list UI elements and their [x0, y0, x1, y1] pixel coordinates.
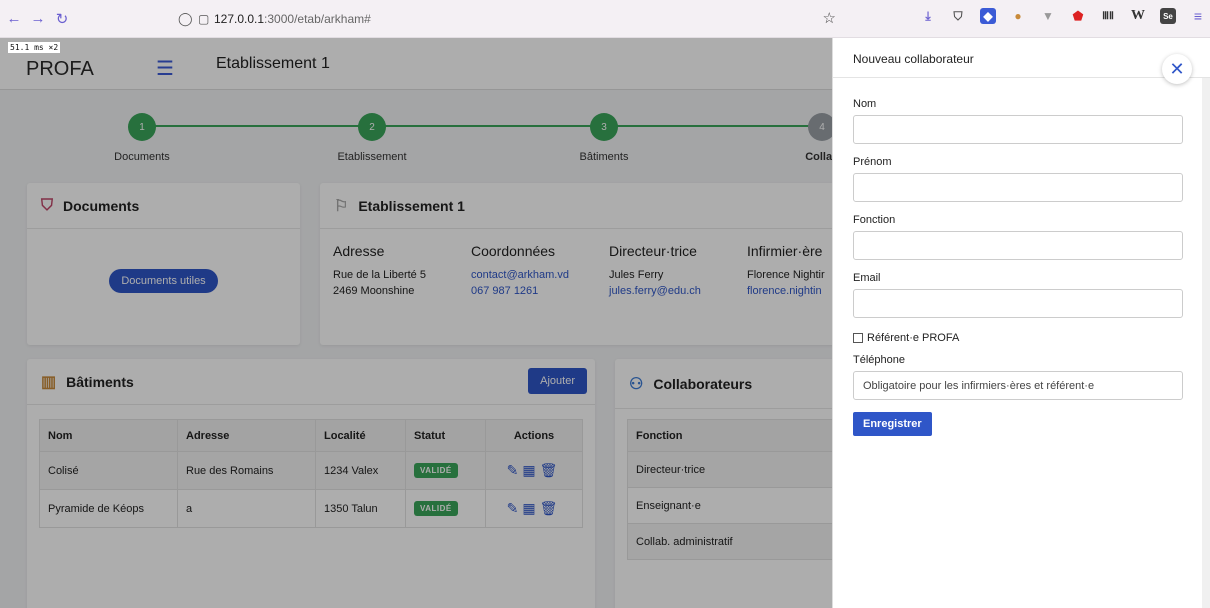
email-input[interactable]	[853, 289, 1183, 318]
close-icon[interactable]: ✕	[1162, 54, 1192, 84]
bookmark-star-icon[interactable]: ☆	[823, 9, 836, 27]
enregistrer-button[interactable]: Enregistrer	[853, 412, 932, 436]
url-path: :3000/etab/arkham#	[264, 12, 371, 26]
referent-checkbox[interactable]	[853, 333, 863, 343]
tracking-shield-icon[interactable]: ◯	[178, 11, 198, 27]
download-icon[interactable]: ⤓	[920, 8, 936, 24]
telephone-input[interactable]	[853, 371, 1183, 400]
referent-checkbox-row[interactable]: Référent·e PROFA	[853, 332, 1183, 344]
page-icon: ▢	[198, 12, 210, 26]
drawer-scrollbar[interactable]	[1202, 78, 1210, 608]
prenom-input[interactable]	[853, 173, 1183, 202]
collaborator-form: Nom Prénom Fonction Email Référent·e PRO…	[853, 98, 1183, 436]
shield-blue-ext-icon[interactable]: ◆	[980, 8, 996, 24]
extension-icons: ⤓ ⛉ ◆ ● ▼ ⬟ ⅢⅡ W Se ≡	[920, 8, 1206, 24]
back-arrow-icon[interactable]: ←	[4, 10, 24, 27]
bars-ext-icon[interactable]: ⅢⅡ	[1100, 8, 1116, 24]
nom-input[interactable]	[853, 115, 1183, 144]
reload-icon[interactable]: ↻	[52, 10, 72, 28]
menu-icon[interactable]: ≡	[1190, 8, 1206, 24]
drawer-title: Nouveau collaborateur	[833, 38, 1210, 78]
fonction-input[interactable]	[853, 231, 1183, 260]
new-collaborator-drawer: Nouveau collaborateur ✕ Nom Prénom Fonct…	[832, 38, 1210, 608]
ublock-ext-icon[interactable]: ⬟	[1070, 8, 1086, 24]
url-bar[interactable]: ◯ ▢ 127.0.0.1:3000/etab/arkham# ☆	[178, 7, 836, 31]
url-host: 127.0.0.1	[214, 12, 265, 26]
vue-ext-icon[interactable]: ▼	[1040, 8, 1056, 24]
modal-backdrop[interactable]	[0, 38, 832, 608]
cookie-ext-icon[interactable]: ●	[1010, 8, 1026, 24]
se-ext-icon[interactable]: Se	[1160, 8, 1176, 24]
wiki-ext-icon[interactable]: W	[1130, 8, 1146, 24]
browser-toolbar: ← → ↻ ◯ ▢ 127.0.0.1:3000/etab/arkham# ☆ …	[0, 0, 1210, 38]
forward-arrow-icon[interactable]: →	[28, 10, 48, 27]
perf-counter: 51.1 ms ×2	[8, 42, 61, 53]
shield-ext-icon[interactable]: ⛉	[950, 8, 966, 24]
